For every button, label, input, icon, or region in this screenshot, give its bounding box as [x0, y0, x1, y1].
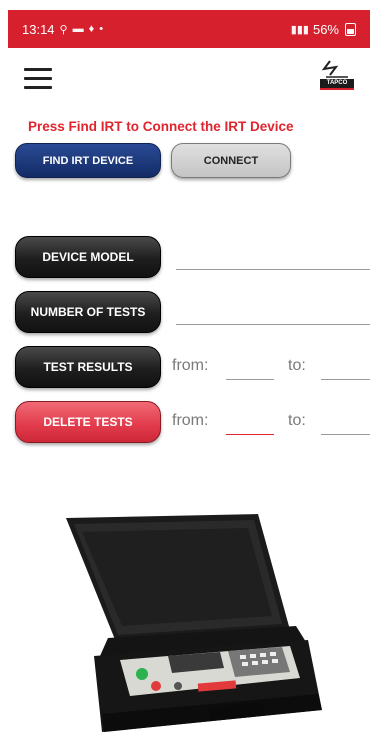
dot-icon: •	[99, 23, 104, 35]
instruction-text: Press Find IRT to Connect the IRT Device	[28, 119, 294, 134]
battery-percent: 56%	[312, 21, 339, 37]
status-right: ▮▮▮ 56%	[291, 22, 356, 37]
logo-underline	[320, 88, 354, 90]
test-results-to-input[interactable]	[321, 379, 370, 380]
status-time: 13:14	[22, 21, 55, 37]
device-model-button[interactable]: DEVICE MODEL	[15, 236, 161, 278]
status-bar: 13:14 ⚲ ▬ ♦ • ▮▮▮ 56%	[8, 10, 370, 48]
delete-tests-to-input[interactable]	[321, 434, 370, 435]
delete-tests-from-label: from:	[172, 412, 209, 429]
connect-button[interactable]: CONNECT	[171, 143, 291, 178]
notification-icon: ♦	[88, 23, 95, 35]
delete-tests-button[interactable]: DELETE TESTS	[15, 401, 161, 443]
test-results-from-label: from:	[172, 357, 209, 374]
status-left: 13:14 ⚲ ▬ ♦ •	[22, 22, 103, 37]
app-bar: TAPCO	[0, 48, 378, 104]
number-of-tests-field	[176, 324, 370, 325]
number-of-tests-button[interactable]: NUMBER OF TESTS	[15, 291, 161, 333]
signal-icon: ▮▮▮	[290, 23, 309, 36]
battery-icon	[345, 22, 356, 36]
tapco-logo: TAPCO	[316, 58, 358, 94]
usb-icon: ⚲	[59, 23, 68, 36]
tapco-logo-mark-icon	[321, 60, 348, 78]
irt-device-image	[58, 510, 328, 735]
test-results-to-label: to:	[288, 357, 306, 374]
test-results-from-input[interactable]	[226, 379, 274, 380]
device-model-field	[176, 269, 370, 270]
test-results-button[interactable]: TEST RESULTS	[15, 346, 161, 388]
delete-tests-to-label: to:	[288, 412, 306, 429]
delete-tests-from-input[interactable]	[226, 434, 274, 435]
logo-text: TAPCO	[320, 79, 354, 88]
gamepad-icon: ▬	[72, 23, 84, 35]
find-irt-device-button[interactable]: FIND IRT DEVICE	[15, 143, 161, 178]
hamburger-menu-icon[interactable]	[24, 68, 52, 90]
